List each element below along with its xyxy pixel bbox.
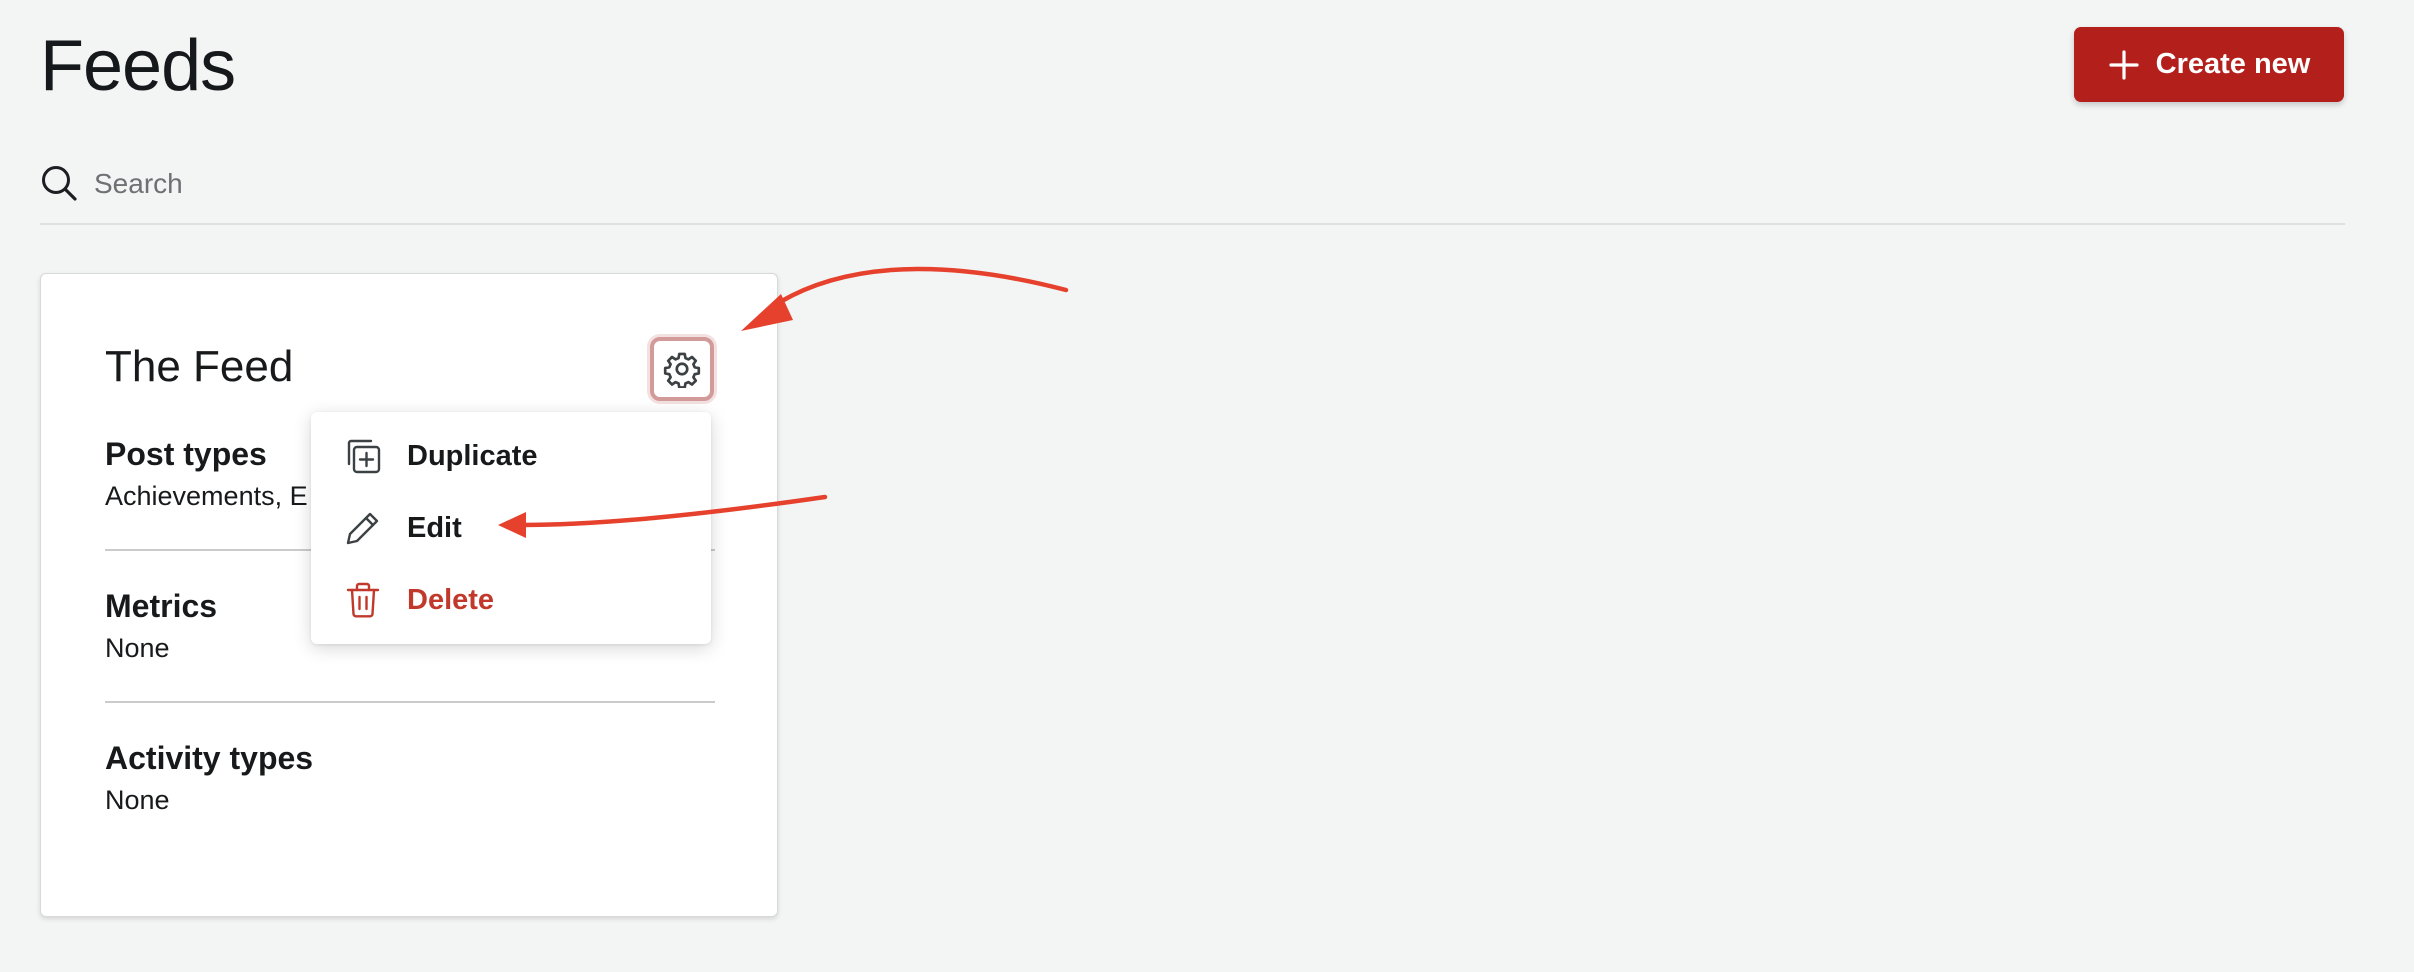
duplicate-icon — [347, 439, 381, 474]
page-title: Feeds — [40, 26, 236, 106]
menu-item-duplicate[interactable]: Duplicate — [311, 421, 711, 491]
search-icon — [42, 166, 77, 201]
feed-title: The Feed — [105, 342, 294, 391]
activity-types-section: Activity types None — [105, 738, 715, 818]
activity-types-label: Activity types — [105, 740, 314, 776]
annotation-arrow-settings — [777, 266, 1069, 305]
create-new-label: Create new — [2155, 48, 2311, 80]
feed-settings-button[interactable] — [650, 337, 714, 401]
menu-item-delete[interactable]: Delete — [311, 565, 711, 635]
activity-types-value: None — [105, 785, 170, 815]
menu-item-edit[interactable]: Edit — [311, 493, 711, 563]
trash-icon — [346, 582, 380, 618]
search-bar — [40, 158, 2345, 225]
pencil-icon — [346, 512, 379, 545]
create-new-button[interactable]: Create new — [2074, 27, 2344, 102]
gear-icon — [663, 352, 701, 388]
feed-actions-menu: Duplicate Edit Delete — [311, 412, 711, 644]
plus-icon — [2109, 49, 2139, 80]
menu-item-label: Delete — [407, 583, 495, 616]
search-input[interactable] — [92, 158, 1296, 210]
menu-item-label: Edit — [407, 511, 462, 544]
menu-item-label: Duplicate — [407, 439, 538, 472]
divider — [105, 701, 715, 703]
